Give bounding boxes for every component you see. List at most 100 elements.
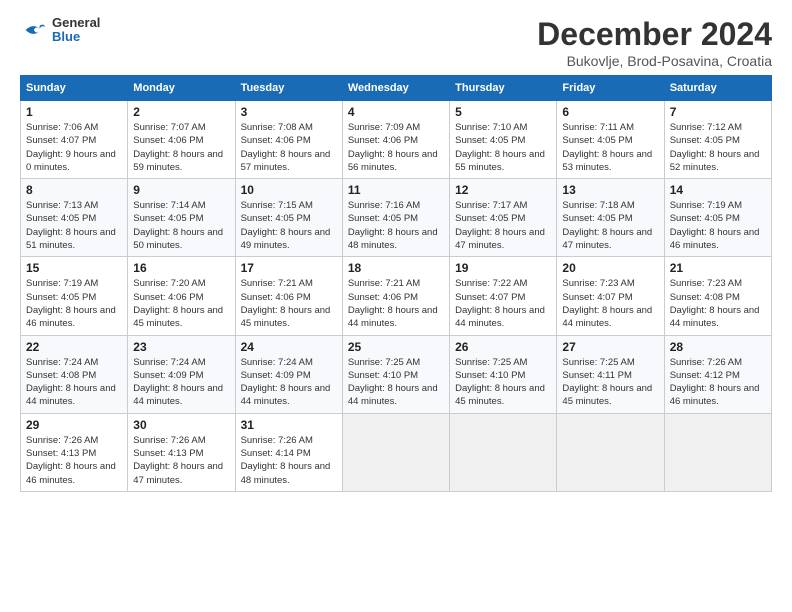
day-detail: Sunrise: 7:23 AMSunset: 4:08 PMDaylight:…	[670, 277, 766, 330]
column-header-monday: Monday	[128, 76, 235, 101]
calendar-cell: 15 Sunrise: 7:19 AMSunset: 4:05 PMDayligh…	[21, 257, 128, 335]
location-title: Bukovlje, Brod-Posavina, Croatia	[537, 53, 772, 69]
day-number: 8	[26, 183, 122, 197]
day-number: 18	[348, 261, 444, 275]
day-number: 28	[670, 340, 766, 354]
day-number: 27	[562, 340, 658, 354]
day-number: 24	[241, 340, 337, 354]
calendar-cell	[342, 413, 449, 491]
calendar-cell: 12Sunrise: 7:17 AMSunset: 4:05 PMDayligh…	[450, 179, 557, 257]
calendar-cell	[664, 413, 771, 491]
day-detail: Sunrise: 7:10 AMSunset: 4:05 PMDaylight:…	[455, 121, 551, 174]
day-number: 20	[562, 261, 658, 275]
column-header-tuesday: Tuesday	[235, 76, 342, 101]
day-number: 1	[26, 105, 122, 119]
day-detail: Sunrise: 7:11 AMSunset: 4:05 PMDaylight:…	[562, 121, 658, 174]
calendar-cell: 4Sunrise: 7:09 AMSunset: 4:06 PMDaylight…	[342, 101, 449, 179]
calendar-cell: 20Sunrise: 7:23 AMSunset: 4:07 PMDayligh…	[557, 257, 664, 335]
month-title: December 2024	[537, 16, 772, 53]
column-header-friday: Friday	[557, 76, 664, 101]
column-header-sunday: Sunday	[21, 76, 128, 101]
calendar-cell: 16 Sunrise: 7:20 AMSunset: 4:06 PMDayligh…	[128, 257, 235, 335]
calendar-cell: 22 Sunrise: 7:24 AMSunset: 4:08 PMDayligh…	[21, 335, 128, 413]
logo-text: General Blue	[52, 16, 100, 45]
calendar-cell: 10Sunrise: 7:15 AMSunset: 4:05 PMDayligh…	[235, 179, 342, 257]
calendar-cell: 1 Sunrise: 7:06 AMSunset: 4:07 PMDaylight…	[21, 101, 128, 179]
calendar-cell: 21 Sunrise: 7:23 AMSunset: 4:08 PMDayligh…	[664, 257, 771, 335]
day-number: 17	[241, 261, 337, 275]
calendar-table: SundayMondayTuesdayWednesdayThursdayFrid…	[20, 75, 772, 492]
calendar-week-row: 8Sunrise: 7:13 AMSunset: 4:05 PMDaylight…	[21, 179, 772, 257]
calendar-cell	[450, 413, 557, 491]
calendar-cell: 17 Sunrise: 7:21 AMSunset: 4:06 PMDayligh…	[235, 257, 342, 335]
day-detail: Sunrise: 7:14 AMSunset: 4:05 PMDaylight:…	[133, 199, 229, 252]
column-header-saturday: Saturday	[664, 76, 771, 101]
day-detail: Sunrise: 7:26 AMSunset: 4:14 PMDaylight:…	[241, 434, 337, 487]
day-detail: Sunrise: 7:21 AMSunset: 4:06 PMDaylight:…	[241, 277, 337, 330]
day-number: 22	[26, 340, 122, 354]
page-header: General Blue December 2024 Bukovlje, Bro…	[20, 16, 772, 69]
calendar-week-row: 1 Sunrise: 7:06 AMSunset: 4:07 PMDaylight…	[21, 101, 772, 179]
day-detail: Sunrise: 7:24 AMSunset: 4:09 PMDaylight:…	[133, 356, 229, 409]
logo-icon	[20, 16, 48, 44]
calendar-cell: 27 Sunrise: 7:25 AMSunset: 4:11 PMDayligh…	[557, 335, 664, 413]
day-detail: Sunrise: 7:17 AMSunset: 4:05 PMDaylight:…	[455, 199, 551, 252]
day-detail: Sunrise: 7:25 AMSunset: 4:11 PMDaylight:…	[562, 356, 658, 409]
day-detail: Sunrise: 7:08 AMSunset: 4:06 PMDaylight:…	[241, 121, 337, 174]
day-number: 16	[133, 261, 229, 275]
day-number: 14	[670, 183, 766, 197]
day-detail: Sunrise: 7:12 AMSunset: 4:05 PMDaylight:…	[670, 121, 766, 174]
calendar-cell: 2Sunrise: 7:07 AMSunset: 4:06 PMDaylight…	[128, 101, 235, 179]
calendar-week-row: 29 Sunrise: 7:26 AMSunset: 4:13 PMDayligh…	[21, 413, 772, 491]
day-detail: Sunrise: 7:06 AMSunset: 4:07 PMDaylight:…	[26, 121, 122, 174]
day-number: 25	[348, 340, 444, 354]
day-number: 10	[241, 183, 337, 197]
calendar-cell: 31Sunrise: 7:26 AMSunset: 4:14 PMDayligh…	[235, 413, 342, 491]
logo: General Blue	[20, 16, 100, 45]
day-detail: Sunrise: 7:21 AMSunset: 4:06 PMDaylight:…	[348, 277, 444, 330]
calendar-cell: 8Sunrise: 7:13 AMSunset: 4:05 PMDaylight…	[21, 179, 128, 257]
day-number: 29	[26, 418, 122, 432]
calendar-cell: 14 Sunrise: 7:19 AMSunset: 4:05 PMDayligh…	[664, 179, 771, 257]
calendar-cell: 6 Sunrise: 7:11 AMSunset: 4:05 PMDaylight…	[557, 101, 664, 179]
day-detail: Sunrise: 7:20 AMSunset: 4:06 PMDaylight:…	[133, 277, 229, 330]
day-number: 23	[133, 340, 229, 354]
day-number: 6	[562, 105, 658, 119]
calendar-cell: 25Sunrise: 7:25 AMSunset: 4:10 PMDayligh…	[342, 335, 449, 413]
calendar-body: 1 Sunrise: 7:06 AMSunset: 4:07 PMDaylight…	[21, 101, 772, 492]
logo-blue: Blue	[52, 30, 100, 44]
calendar-cell: 18 Sunrise: 7:21 AMSunset: 4:06 PMDayligh…	[342, 257, 449, 335]
day-detail: Sunrise: 7:26 AMSunset: 4:13 PMDaylight:…	[26, 434, 122, 487]
day-detail: Sunrise: 7:19 AMSunset: 4:05 PMDaylight:…	[26, 277, 122, 330]
day-detail: Sunrise: 7:22 AMSunset: 4:07 PMDaylight:…	[455, 277, 551, 330]
column-header-wednesday: Wednesday	[342, 76, 449, 101]
day-detail: Sunrise: 7:24 AMSunset: 4:08 PMDaylight:…	[26, 356, 122, 409]
calendar-week-row: 22 Sunrise: 7:24 AMSunset: 4:08 PMDayligh…	[21, 335, 772, 413]
calendar-cell: 24Sunrise: 7:24 AMSunset: 4:09 PMDayligh…	[235, 335, 342, 413]
calendar-cell: 30Sunrise: 7:26 AMSunset: 4:13 PMDayligh…	[128, 413, 235, 491]
day-detail: Sunrise: 7:26 AMSunset: 4:12 PMDaylight:…	[670, 356, 766, 409]
calendar-cell: 23 Sunrise: 7:24 AMSunset: 4:09 PMDayligh…	[128, 335, 235, 413]
day-number: 3	[241, 105, 337, 119]
calendar-cell: 13Sunrise: 7:18 AMSunset: 4:05 PMDayligh…	[557, 179, 664, 257]
calendar-cell: 26 Sunrise: 7:25 AMSunset: 4:10 PMDayligh…	[450, 335, 557, 413]
calendar-cell: 29 Sunrise: 7:26 AMSunset: 4:13 PMDayligh…	[21, 413, 128, 491]
day-number: 9	[133, 183, 229, 197]
day-number: 13	[562, 183, 658, 197]
title-block: December 2024 Bukovlje, Brod-Posavina, C…	[537, 16, 772, 69]
calendar-cell: 5Sunrise: 7:10 AMSunset: 4:05 PMDaylight…	[450, 101, 557, 179]
calendar-cell: 9 Sunrise: 7:14 AMSunset: 4:05 PMDaylight…	[128, 179, 235, 257]
calendar-cell: 19Sunrise: 7:22 AMSunset: 4:07 PMDayligh…	[450, 257, 557, 335]
calendar-cell: 3 Sunrise: 7:08 AMSunset: 4:06 PMDaylight…	[235, 101, 342, 179]
day-number: 15	[26, 261, 122, 275]
day-number: 26	[455, 340, 551, 354]
day-number: 7	[670, 105, 766, 119]
calendar-cell: 11Sunrise: 7:16 AMSunset: 4:05 PMDayligh…	[342, 179, 449, 257]
day-number: 21	[670, 261, 766, 275]
day-number: 4	[348, 105, 444, 119]
logo-general: General	[52, 16, 100, 30]
calendar-cell: 28 Sunrise: 7:26 AMSunset: 4:12 PMDayligh…	[664, 335, 771, 413]
day-detail: Sunrise: 7:25 AMSunset: 4:10 PMDaylight:…	[455, 356, 551, 409]
day-detail: Sunrise: 7:16 AMSunset: 4:05 PMDaylight:…	[348, 199, 444, 252]
day-detail: Sunrise: 7:19 AMSunset: 4:05 PMDaylight:…	[670, 199, 766, 252]
